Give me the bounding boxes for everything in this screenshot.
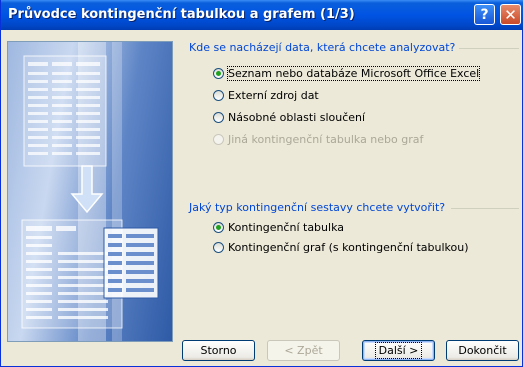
option-pivot-chart-label: Kontingenční graf (s kontingenční tabulk… [228,240,469,254]
title-bar[interactable]: Průvodce kontingenční tabulkou a grafem … [1,0,523,30]
radio-pivot-table[interactable] [213,221,224,233]
cancel-button[interactable]: Storno [182,340,255,361]
cancel-button-label: Storno [200,344,237,357]
group-divider [451,208,519,209]
radio-excel-list[interactable] [213,67,224,79]
down-arrow-icon [70,165,104,214]
radio-multiple-ranges[interactable] [213,111,224,123]
close-button[interactable]: ✕ [500,4,521,25]
option-other-pivot: Jiná kontingenční tabulka nebo graf [213,131,423,147]
report-type-group: Jaký typ kontingenční sestavy chcete vyt… [189,201,519,261]
option-external-source-label: Externí zdroj dat [228,88,319,102]
option-pivot-table-label: Kontingenční tabulka [228,220,344,234]
report-type-group-label: Jaký typ kontingenční sestavy chcete vyt… [189,201,450,214]
option-pivot-table[interactable]: Kontingenční tabulka [213,219,344,235]
option-excel-list-label: Seznam nebo databáze Microsoft Office Ex… [226,65,481,81]
back-button-label: < Zpět [284,344,323,357]
source-group-label: Kde se nacházejí data, která chcete anal… [189,41,460,54]
help-icon: ? [480,6,489,23]
radio-other-pivot [213,133,224,145]
radio-pivot-chart[interactable] [213,241,224,253]
option-multiple-ranges[interactable]: Násobné oblasti sloučení [213,109,365,125]
wizard-table-illustration [7,41,173,342]
finish-button[interactable]: Dokončit [446,340,519,361]
next-button-label: Další > [374,342,423,359]
close-icon: ✕ [504,5,517,24]
help-button[interactable]: ? [474,4,495,25]
option-external-source[interactable]: Externí zdroj dat [213,87,319,103]
radio-external-source[interactable] [213,89,224,101]
finish-button-label: Dokončit [458,344,507,357]
pivot-wizard-dialog: Průvodce kontingenční tabulkou a grafem … [0,0,523,367]
option-excel-list[interactable]: Seznam nebo databáze Microsoft Office Ex… [213,65,481,81]
next-button[interactable]: Další > [362,340,435,361]
back-button: < Zpět [267,340,340,361]
illustration-graphic [21,55,159,329]
source-group: Kde se nacházejí data, která chcete anal… [189,41,519,151]
group-divider [459,48,519,49]
option-multiple-ranges-label: Násobné oblasti sloučení [228,110,366,124]
option-pivot-chart[interactable]: Kontingenční graf (s kontingenční tabulk… [213,239,469,255]
window-title: Průvodce kontingenční tabulkou a grafem … [8,7,355,22]
option-other-pivot-label: Jiná kontingenční tabulka nebo graf [228,132,424,146]
